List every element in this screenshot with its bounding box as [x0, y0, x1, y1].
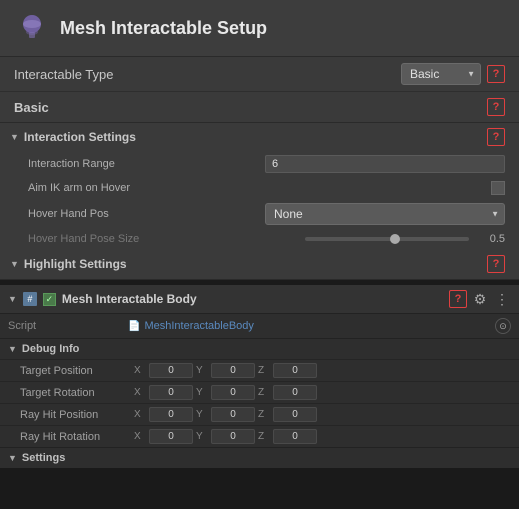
hover-hand-pose-size-row: Hover Hand Pose Size 0.5	[0, 229, 519, 249]
target-rotation-x-input[interactable]	[149, 385, 193, 400]
target-position-z-input[interactable]	[273, 363, 317, 378]
target-position-x-label: X	[134, 365, 146, 376]
basic-label: Basic	[14, 100, 49, 115]
hover-hand-pose-size-slider-thumb[interactable]	[390, 234, 400, 244]
page-title: Mesh Interactable Setup	[60, 18, 267, 39]
script-label: Script	[8, 320, 128, 332]
basic-help-button[interactable]: ?	[487, 98, 505, 116]
script-target-icon[interactable]: ⊙	[495, 318, 511, 334]
interactable-type-dropdown-wrapper[interactable]: Basic	[401, 63, 481, 85]
ray-hit-position-y-label: Y	[196, 409, 208, 420]
hover-hand-pos-label: Hover Hand Pos	[28, 208, 265, 220]
interactable-type-row: Interactable Type Basic ?	[0, 57, 519, 92]
ray-hit-rotation-row: Ray Hit Rotation X Y Z	[0, 425, 519, 447]
script-name: MeshInteractableBody	[144, 320, 253, 332]
hover-hand-pose-size-label: Hover Hand Pose Size	[28, 233, 305, 245]
target-rotation-y-label: Y	[196, 387, 208, 398]
interaction-settings-header: ▼ Interaction Settings ?	[0, 123, 519, 151]
ray-hit-position-x-label: X	[134, 409, 146, 420]
target-position-x-input[interactable]	[149, 363, 193, 378]
interactable-type-label: Interactable Type	[14, 67, 114, 82]
script-file-icon: 📄	[128, 321, 140, 332]
header-row: Mesh Interactable Setup	[0, 0, 519, 57]
ray-hit-position-z-label: Z	[258, 409, 270, 420]
target-rotation-row: Target Rotation X Y Z	[0, 381, 519, 403]
component-settings-icon[interactable]: ⚙	[471, 290, 489, 308]
target-rotation-label: Target Rotation	[20, 387, 130, 399]
ray-hit-position-z-input[interactable]	[273, 407, 317, 422]
target-position-z-label: Z	[258, 365, 270, 376]
target-position-xyz: X Y Z	[134, 363, 511, 378]
ray-hit-position-y-input[interactable]	[211, 407, 255, 422]
target-position-row: Target Position X Y Z	[0, 359, 519, 381]
target-rotation-y-input[interactable]	[211, 385, 255, 400]
highlight-settings-header: ▼ Highlight Settings ?	[0, 249, 519, 279]
debug-info-header: ▼ Debug Info	[0, 338, 519, 359]
hover-hand-pose-size-slider-container: 0.5	[305, 233, 505, 245]
ray-hit-rotation-xyz: X Y Z	[134, 429, 511, 444]
target-rotation-x-label: X	[134, 387, 146, 398]
ray-hit-rotation-z-label: Z	[258, 431, 270, 442]
interactable-type-select[interactable]: Basic	[401, 63, 481, 85]
settings-title: Settings	[22, 452, 65, 464]
component-icon: #	[23, 292, 37, 306]
interaction-settings-title: ▼ Interaction Settings	[10, 130, 136, 144]
target-rotation-z-label: Z	[258, 387, 270, 398]
settings-header: ▼ Settings	[0, 447, 519, 468]
hover-hand-pos-select[interactable]: None	[265, 203, 505, 225]
interaction-range-row: Interaction Range	[0, 151, 519, 177]
target-position-y-label: Y	[196, 365, 208, 376]
interaction-settings-help-button[interactable]: ?	[487, 128, 505, 146]
target-position-label: Target Position	[20, 365, 130, 377]
ray-hit-rotation-y-label: Y	[196, 431, 208, 442]
interaction-range-label: Interaction Range	[28, 158, 265, 170]
ray-hit-rotation-z-input[interactable]	[273, 429, 317, 444]
ray-hit-position-xyz: X Y Z	[134, 407, 511, 422]
ray-hit-rotation-label: Ray Hit Rotation	[20, 431, 130, 443]
aim-ik-row: Aim IK arm on Hover	[0, 177, 519, 199]
collapse-arrow-icon[interactable]: ▼	[8, 294, 17, 304]
highlight-settings-title: ▼ Highlight Settings	[10, 257, 127, 271]
ray-hit-position-row: Ray Hit Position X Y Z	[0, 403, 519, 425]
component-menu-icon[interactable]: ⋮	[493, 290, 511, 308]
highlight-triangle-icon: ▼	[10, 259, 19, 269]
target-rotation-z-input[interactable]	[273, 385, 317, 400]
aim-ik-label: Aim IK arm on Hover	[28, 182, 491, 194]
component-header-icons: ? ⚙ ⋮	[449, 290, 511, 308]
ray-hit-rotation-y-input[interactable]	[211, 429, 255, 444]
top-panel: Mesh Interactable Setup Interactable Typ…	[0, 0, 519, 280]
debug-triangle-icon: ▼	[8, 344, 17, 354]
bottom-panel: ▼ # ✓ Mesh Interactable Body ? ⚙ ⋮ Scrip…	[0, 284, 519, 468]
component-title: Mesh Interactable Body	[62, 292, 443, 306]
interaction-range-input[interactable]	[265, 155, 505, 173]
ray-hit-position-label: Ray Hit Position	[20, 409, 130, 421]
triangle-icon: ▼	[10, 132, 19, 142]
ray-hit-rotation-x-input[interactable]	[149, 429, 193, 444]
hover-hand-pos-row: Hover Hand Pos None	[0, 199, 519, 229]
debug-info-title: Debug Info	[22, 343, 79, 355]
aim-ik-checkbox[interactable]	[491, 181, 505, 195]
script-row: Script 📄 MeshInteractableBody ⊙	[0, 313, 519, 338]
component-header: ▼ # ✓ Mesh Interactable Body ? ⚙ ⋮	[0, 285, 519, 313]
ray-hit-rotation-x-label: X	[134, 431, 146, 442]
highlight-settings-help-button[interactable]: ?	[487, 255, 505, 273]
component-enabled-checkbox[interactable]: ✓	[43, 293, 56, 306]
interactable-type-help-button[interactable]: ?	[487, 65, 505, 83]
settings-triangle-icon: ▼	[8, 453, 17, 463]
component-help-button[interactable]: ?	[449, 290, 467, 308]
target-position-y-input[interactable]	[211, 363, 255, 378]
mesh-icon	[14, 10, 50, 46]
ray-hit-position-x-input[interactable]	[149, 407, 193, 422]
hover-hand-pose-size-slider-track[interactable]	[305, 237, 469, 241]
target-rotation-xyz: X Y Z	[134, 385, 511, 400]
hover-hand-pos-dropdown-wrapper[interactable]: None	[265, 203, 505, 225]
basic-section: Basic ?	[0, 92, 519, 123]
script-value: 📄 MeshInteractableBody	[128, 320, 495, 332]
hover-hand-pose-size-value: 0.5	[475, 233, 505, 245]
